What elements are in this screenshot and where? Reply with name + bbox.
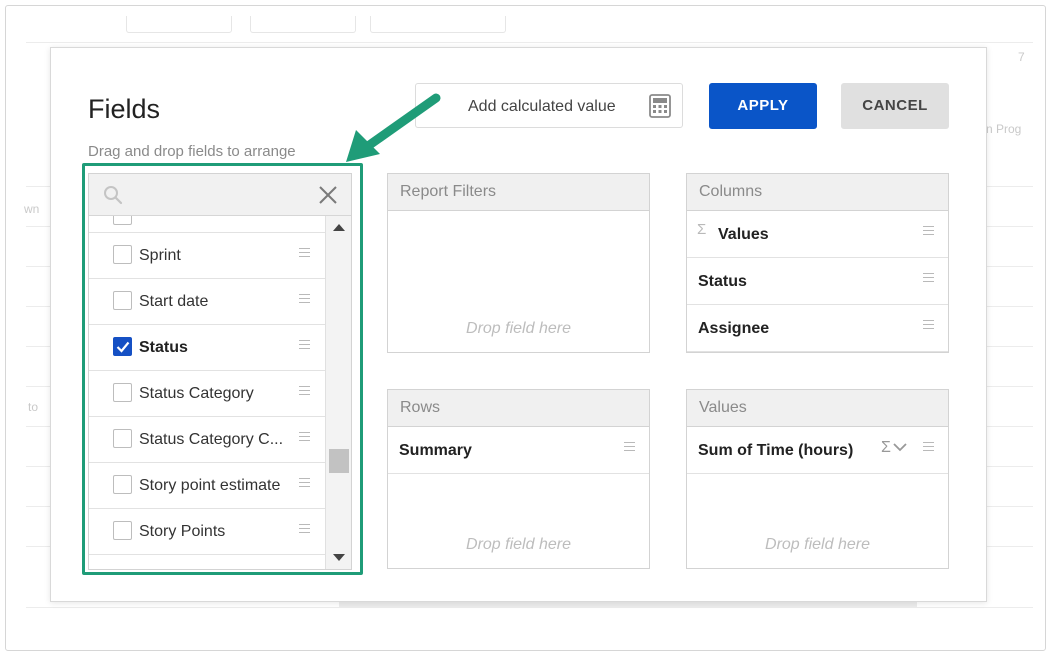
drag-handle-icon[interactable]: [923, 273, 934, 282]
field-list-highlight: [82, 163, 363, 575]
zone-field-label: Status: [698, 273, 747, 290]
zone-field-label: Sum of Time (hours): [698, 442, 854, 459]
background-text: wn: [24, 202, 40, 216]
zone-field-sum-of-time[interactable]: Sum of Time (hours) Σ: [687, 427, 948, 474]
zone-field-label: Summary: [399, 442, 472, 459]
add-calculated-value-label: Add calculated value: [468, 98, 616, 115]
zone-field-assignee[interactable]: Assignee: [687, 305, 948, 352]
background-divider: [26, 42, 1033, 43]
drag-handle-icon[interactable]: [923, 320, 934, 329]
drop-hint: Drop field here: [466, 320, 571, 337]
columns-zone[interactable]: Columns Σ Values Status Assignee: [686, 173, 949, 353]
chevron-down-icon: [893, 443, 907, 452]
background-divider: [26, 607, 1033, 608]
drag-handle-icon[interactable]: [923, 226, 934, 235]
zone-header: Rows: [388, 390, 649, 427]
zone-field-label: Values: [718, 226, 769, 243]
add-calculated-value-button[interactable]: Add calculated value: [415, 83, 683, 128]
drag-handle-icon[interactable]: [624, 442, 635, 451]
dialog-title: Fields: [88, 94, 161, 124]
calculator-icon: [649, 94, 671, 118]
zone-field-label: Assignee: [698, 320, 770, 337]
values-zone[interactable]: Values Sum of Time (hours) Σ Drop field …: [686, 389, 949, 569]
zone-field-summary[interactable]: Summary: [388, 427, 649, 474]
report-filters-zone[interactable]: Report Filters Drop field here: [387, 173, 650, 353]
annotation-arrow-icon: [346, 93, 441, 162]
drop-hint: Drop field here: [765, 536, 870, 553]
drop-hint: Drop field here: [466, 536, 571, 553]
zone-header: Columns: [687, 174, 948, 211]
window-frame: 7 n Prog wn to Fields Drag and drop fiel…: [5, 5, 1046, 651]
background-text: to: [28, 400, 39, 414]
zone-field-values[interactable]: Σ Values: [687, 211, 948, 258]
zone-header: Report Filters: [388, 174, 649, 211]
dialog-subtitle: Drag and drop fields to arrange: [88, 143, 296, 160]
background-text: n Prog: [986, 122, 1022, 136]
cancel-button[interactable]: CANCEL: [841, 83, 949, 129]
background-button: [126, 16, 232, 33]
rows-zone[interactable]: Rows Summary Drop field here: [387, 389, 650, 569]
zone-header: Values: [687, 390, 948, 427]
sigma-icon: Σ: [881, 439, 891, 456]
background-text: 7: [1018, 50, 1025, 64]
zone-field-status[interactable]: Status: [687, 258, 948, 305]
apply-button[interactable]: APPLY: [709, 83, 817, 129]
sigma-icon: Σ: [697, 221, 707, 238]
background-button: [370, 16, 506, 33]
aggregation-dropdown[interactable]: Σ: [881, 439, 908, 457]
background-button: [250, 16, 356, 33]
drag-handle-icon[interactable]: [923, 442, 934, 451]
